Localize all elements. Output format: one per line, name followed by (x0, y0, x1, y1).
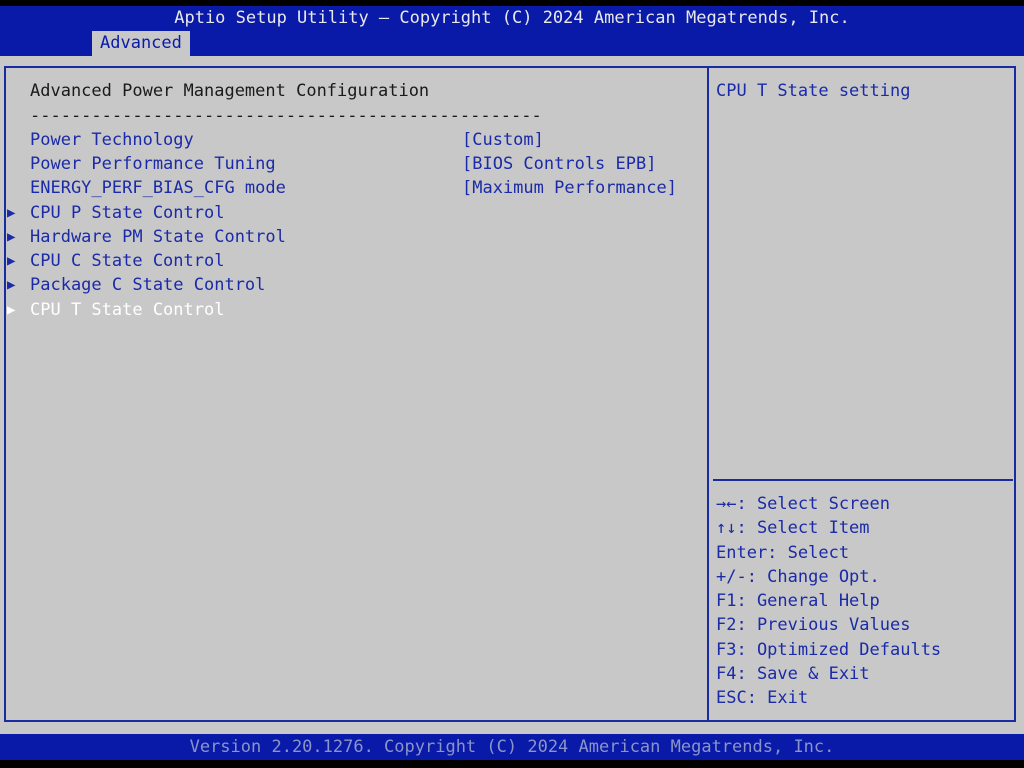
key-hint-select-screen: →←: Select Screen (716, 494, 890, 514)
setting-power-performance-tuning-label[interactable]: Power Performance Tuning (30, 152, 276, 176)
submenu-package-c-state-control[interactable]: Package C State Control (30, 273, 265, 297)
submenu-hardware-pm-state-control[interactable]: Hardware PM State Control (30, 225, 286, 249)
submenu-arrow-icon: ▶ (7, 205, 16, 221)
setting-power-technology-label[interactable]: Power Technology (30, 128, 194, 152)
heading-separator: ----------------------------------------… (30, 106, 542, 126)
submenu-cpu-c-state-control[interactable]: CPU C State Control (30, 249, 224, 273)
submenu-cpu-t-state-control[interactable]: CPU T State Control (30, 298, 224, 322)
submenu-arrow-icon: ▶ (7, 229, 16, 245)
key-hint-f2: F2: Previous Values (716, 615, 911, 636)
version-text: Version 2.20.1276. Copyright (C) 2024 Am… (189, 737, 835, 757)
bottom-border (0, 760, 1024, 768)
key-hint-change-opt: +/-: Change Opt. (716, 566, 880, 587)
key-hint-f3: F3: Optimized Defaults (716, 639, 942, 660)
app-title: Aptio Setup Utility – Copyright (C) 2024… (174, 8, 850, 28)
key-hint-enter: Enter: Select (716, 542, 850, 563)
submenu-cpu-p-state-control[interactable]: CPU P State Control (30, 201, 224, 225)
help-description: CPU T State setting (716, 81, 911, 101)
key-legend: →←: Select Screen ↑↓: Select Item Enter:… (716, 492, 941, 711)
key-hint-f4: F4: Save & Exit (716, 664, 870, 685)
tab-advanced[interactable]: Advanced (92, 31, 190, 56)
panel-divider (707, 66, 709, 722)
submenu-arrow-icon: ▶ (7, 277, 16, 293)
key-hint-f1: F1: General Help (716, 591, 880, 612)
setting-power-performance-tuning-value[interactable]: [BIOS Controls EPB] (462, 152, 656, 176)
key-hint-select-item: ↑↓: Select Item (716, 518, 870, 539)
submenu-arrow-icon: ▶ (7, 253, 16, 269)
help-divider (713, 479, 1013, 481)
key-hint-esc: ESC: Exit (716, 688, 809, 709)
setting-energy-perf-bias-label[interactable]: ENERGY_PERF_BIAS_CFG mode (30, 176, 286, 200)
setting-energy-perf-bias-value[interactable]: [Maximum Performance] (462, 176, 677, 200)
setting-power-technology-value[interactable]: [Custom] (462, 128, 544, 152)
page-title: Advanced Power Management Configuration (30, 81, 430, 101)
submenu-arrow-icon: ▶ (7, 302, 16, 318)
